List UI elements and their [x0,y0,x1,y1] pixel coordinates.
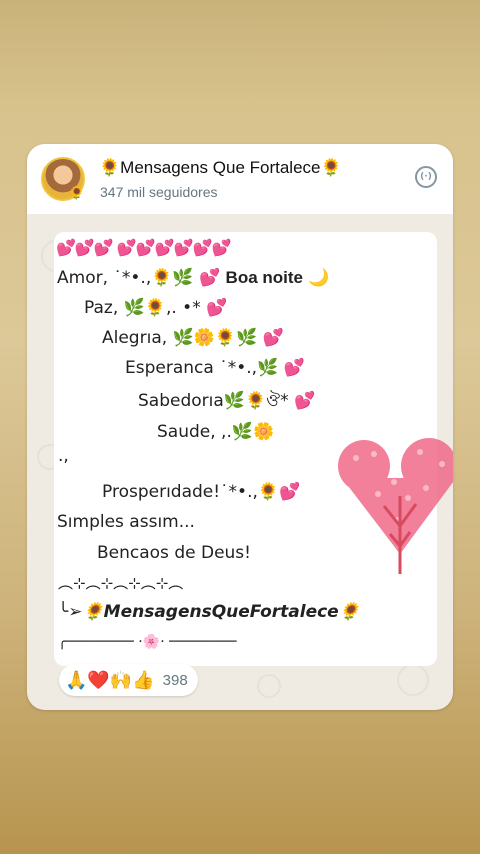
message-line-esperanca: Esperanca ˙*•.,🌿 💕 [125,358,305,378]
message-line-saude: Saude, ,.🌿🌼 [157,422,275,442]
channel-share-icon[interactable]: (·) [415,166,437,188]
reaction-count: 398 [162,671,188,689]
message-line-simples: Sımples assım... [57,512,195,532]
channel-name[interactable]: 🌻Mensagens Que Fortalece🌻 [99,158,342,178]
decorative-divider-bottom: ╭──────── ·🌸· ──────── [58,634,237,650]
boa-noite-text: Boa noite [225,268,303,287]
reaction-emojis: 🙏❤️🙌👍 [65,669,155,691]
wallpaper-doodle [397,664,429,696]
reactions-pill[interactable]: 🙏❤️🙌👍 398 [59,664,198,696]
channel-header[interactable]: 🌻 🌻Mensagens Que Fortalece🌻 347 mil segu… [27,144,453,214]
channel-post-card: 🌻 🌻Mensagens Que Fortalece🌻 347 mil segu… [27,144,453,710]
message-line-paz: Paz, 🌿🌻,. •* 💕 [84,298,228,318]
message-line-sabedoria: Sabedorıa🌿🌻ঔ* 💕 [138,391,316,411]
message-line-bencaos: Bencaos de Deus! [97,543,251,563]
message-bubble[interactable]: 💕💕💕 💕💕💕💕💕💕 Amor, ˙*•.,🌻🌿 💕 Boa noite 🌙 P… [54,232,453,666]
wallpaper-doodle [257,674,281,698]
signature-line[interactable]: ╰➢🌻MensagensQueFortalece🌻 [58,602,360,622]
hearts-row: 💕💕💕 💕💕💕💕💕💕 [56,238,231,257]
message-line-amor: Amor, ˙*•.,🌻🌿 💕 Boa noite 🌙 [57,268,330,288]
follower-count: 347 mil seguidores [100,184,218,200]
message-line-alegria: Alegrıa, 🌿🌼🌻🌿 💕 [102,328,284,348]
channel-avatar[interactable]: 🌻 [41,157,85,201]
sunflower-icon: 🌻 [68,186,85,201]
heart-tree-image [338,438,453,574]
decorative-divider-top: ︵⊹︵⊹︵⊹︵⊹︵ [58,574,184,592]
message-line-dots: ., [58,446,69,466]
message-line-prosperidade: Prosperıdade!˙*•.,🌻💕 [102,482,301,502]
moon-icon: 🌙 [308,268,330,288]
